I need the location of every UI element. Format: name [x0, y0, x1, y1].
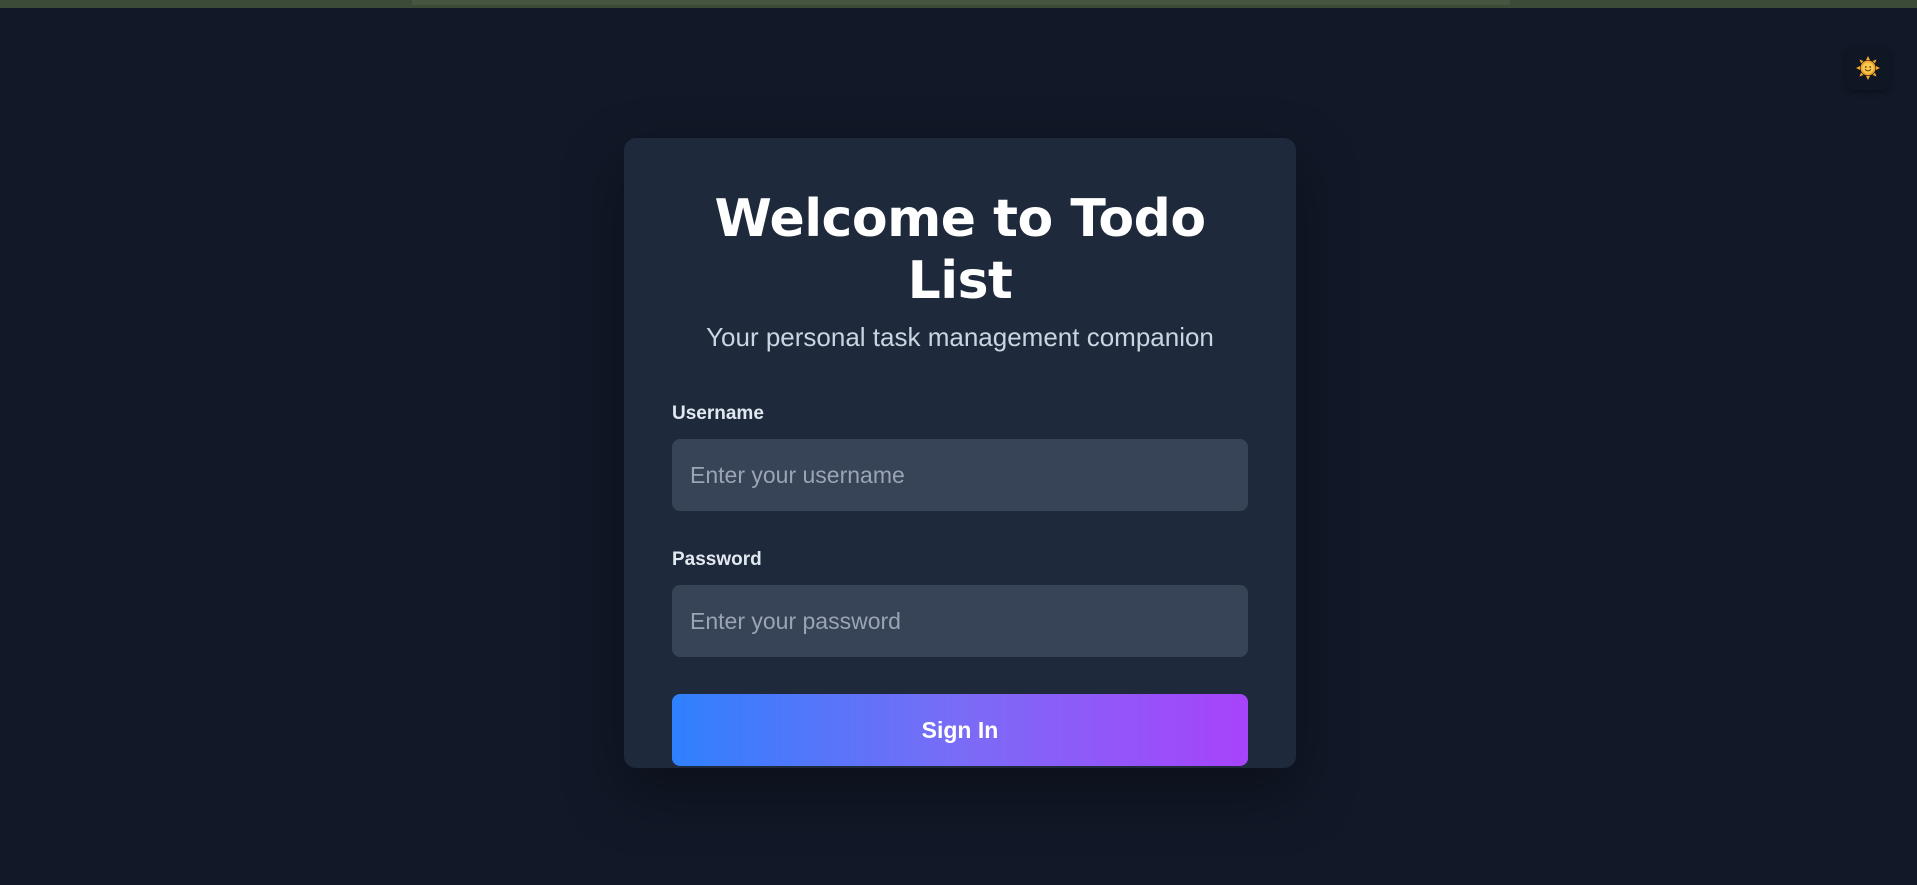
password-input[interactable] [672, 585, 1248, 657]
password-group: Password [672, 548, 1248, 657]
sun-icon [1856, 56, 1880, 80]
login-page: Welcome to Todo List Your personal task … [0, 0, 1917, 885]
page-subtitle: Your personal task management companion [706, 322, 1214, 352]
top-strip-highlight [412, 0, 1510, 5]
username-input[interactable] [672, 439, 1248, 511]
sign-in-button[interactable]: Sign In [672, 694, 1248, 766]
username-label: Username [672, 403, 764, 424]
username-group: Username [672, 402, 1248, 511]
top-browser-strip [0, 0, 1917, 8]
theme-toggle-button[interactable] [1846, 46, 1890, 90]
page-title: Welcome to Todo List [714, 189, 1206, 311]
login-card: Welcome to Todo List Your personal task … [624, 138, 1296, 768]
password-label: Password [672, 549, 762, 570]
